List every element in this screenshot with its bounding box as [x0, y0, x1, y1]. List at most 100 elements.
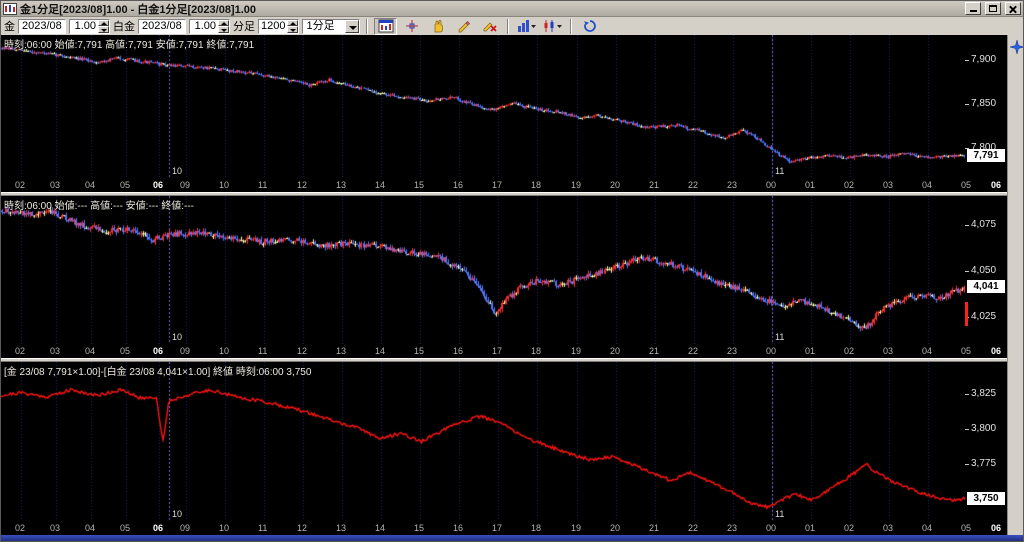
time-tick-label: 13: [336, 523, 346, 533]
platinum-info-line: 時刻:06:00 始値:--- 高値:--- 安値:--- 終値:---: [4, 197, 194, 212]
time-tick-label: 02: [844, 346, 854, 356]
current-range-mark: [965, 302, 968, 326]
gold-price-axis[interactable]: 7,9007,8507,8007,791: [965, 35, 1007, 178]
date-marker-label: 10: [172, 509, 182, 519]
flash-button[interactable]: [1008, 38, 1024, 55]
platinum-price-axis[interactable]: 4,075 4,050 4,025 4,041: [965, 196, 1007, 344]
price-tick-label: 4,075: [971, 219, 996, 230]
bar-count-spinner[interactable]: 1200: [258, 19, 299, 34]
gold-time-axis[interactable]: 0203040506091011121314151617181920212223…: [1, 178, 1007, 192]
time-tick-label: 21: [649, 346, 659, 356]
date-marker-label: 10: [172, 332, 182, 342]
timeframe-select[interactable]: 1分足: [302, 19, 360, 34]
time-tick-label: 18: [531, 523, 541, 533]
time-tick-label: 06: [991, 523, 1001, 533]
chart-window-button[interactable]: [374, 18, 397, 35]
horizontal-scrollbar[interactable]: [1, 535, 1024, 542]
time-tick-label: 03: [883, 523, 893, 533]
time-tick-label: 21: [649, 180, 659, 190]
time-tick-label: 03: [50, 346, 60, 356]
candle-chart-icon: [543, 19, 563, 33]
toolbar-separator: [570, 19, 572, 34]
time-tick-label: 04: [922, 180, 932, 190]
app-chart-icon: [3, 3, 17, 15]
minimize-button[interactable]: [965, 2, 981, 15]
maximize-button[interactable]: [985, 2, 1001, 15]
time-tick-label: 01: [805, 180, 815, 190]
close-icon: [1009, 5, 1017, 13]
time-tick-label: 02: [15, 523, 25, 533]
chart-type-menu-button[interactable]: [541, 18, 564, 35]
price-tick-label: 7,850: [971, 98, 996, 109]
close-button[interactable]: [1005, 2, 1021, 15]
time-tick-label: 10: [219, 523, 229, 533]
gold-chart-canvas[interactable]: [1, 35, 965, 178]
gold-label: 金: [4, 18, 15, 34]
time-tick-label: 00: [766, 180, 776, 190]
spread-chart-canvas[interactable]: [1, 362, 965, 521]
gold-month-field[interactable]: 2023/08: [18, 19, 66, 34]
spread-price-axis[interactable]: 3,8253,8003,7753,750: [965, 362, 1007, 521]
crosshair-button[interactable]: [400, 18, 423, 35]
price-tick-mark: [965, 271, 969, 272]
refresh-icon: [582, 19, 598, 33]
time-tick-label: 00: [766, 346, 776, 356]
spread-chart-panel: [金 23/08 7,791×1.00]-[白金 23/08 4,041×1.0…: [1, 362, 1007, 535]
indicator-menu-button[interactable]: [515, 18, 538, 35]
draw-line-button[interactable]: [452, 18, 475, 35]
chevron-down-icon[interactable]: [345, 20, 359, 33]
time-tick-label: 22: [688, 180, 698, 190]
pencil-icon: [456, 19, 472, 33]
minimize-icon: [970, 10, 977, 12]
time-tick-label: 11: [258, 523, 267, 533]
spinner-arrows-icon[interactable]: [98, 20, 109, 33]
time-tick-label: 06: [991, 346, 1001, 356]
spread-time-axis[interactable]: 0203040506091011121314151617181920212223…: [1, 521, 1007, 535]
maximize-icon: [989, 5, 997, 12]
toolbar: 金 2023/08 1.00 白金 2023/08 1.00 分足 1200 1…: [1, 17, 1023, 35]
time-tick-label: 14: [375, 523, 385, 533]
delete-drawing-button[interactable]: [478, 18, 501, 35]
platinum-month-field[interactable]: 2023/08: [138, 19, 186, 34]
time-tick-label: 03: [883, 180, 893, 190]
time-tick-label: 22: [688, 346, 698, 356]
time-tick-label: 05: [961, 523, 971, 533]
time-tick-label: 04: [85, 523, 95, 533]
time-tick-label: 17: [492, 180, 502, 190]
time-tick-label: 06: [153, 180, 163, 190]
time-tick-label: 03: [883, 346, 893, 356]
time-tick-label: 13: [336, 346, 346, 356]
price-tick-mark: [965, 394, 969, 395]
time-tick-label: 03: [50, 523, 60, 533]
spinner-arrows-icon[interactable]: [218, 20, 229, 33]
titlebar: 金1分足[2023/08]1.00 - 白金1分足[2023/08]1.00: [1, 1, 1023, 17]
spread-info-line: [金 23/08 7,791×1.00]-[白金 23/08 4,041×1.0…: [4, 363, 311, 378]
refresh-button[interactable]: [578, 18, 601, 35]
platinum-ratio-spinner[interactable]: 1.00: [189, 19, 230, 34]
time-tick-label: 14: [375, 180, 385, 190]
app-window: 金1分足[2023/08]1.00 - 白金1分足[2023/08]1.00 金…: [0, 0, 1024, 542]
price-tick-label: 4,050: [971, 265, 996, 276]
last-price-box: 4,041: [967, 280, 1005, 293]
hand-tool-button[interactable]: [426, 18, 449, 35]
flash-icon: [1010, 40, 1024, 54]
chart-window-icon: [378, 19, 394, 33]
time-tick-label: 06: [991, 180, 1001, 190]
time-tick-label: 19: [571, 346, 581, 356]
bar-chart-icon: [517, 19, 537, 33]
time-tick-label: 20: [610, 346, 620, 356]
spinner-arrows-icon[interactable]: [287, 20, 298, 33]
time-tick-label: 13: [336, 180, 346, 190]
platinum-chart-canvas[interactable]: [1, 196, 965, 344]
time-tick-label: 04: [85, 346, 95, 356]
time-tick-label: 23: [727, 180, 737, 190]
platinum-label: 白金: [113, 18, 135, 34]
date-marker-label: 11: [775, 166, 784, 176]
price-tick-label: 4,025: [971, 311, 996, 322]
price-tick-mark: [965, 464, 969, 465]
time-tick-label: 09: [180, 180, 190, 190]
gold-ratio-spinner[interactable]: 1.00: [69, 19, 110, 34]
time-tick-label: 05: [120, 346, 130, 356]
platinum-time-axis[interactable]: 0203040506091011121314151617181920212223…: [1, 344, 1007, 358]
time-tick-label: 02: [15, 180, 25, 190]
